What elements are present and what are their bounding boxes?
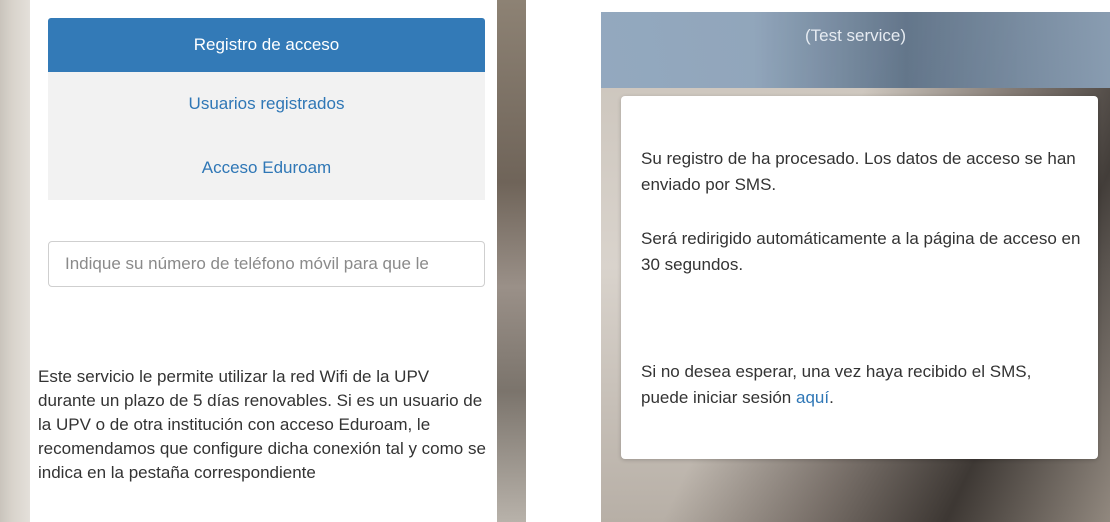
access-tabs: Registro de acceso Usuarios registrados … <box>48 18 485 200</box>
tab-acceso-eduroam[interactable]: Acceso Eduroam <box>48 136 485 200</box>
service-header: (Test service) <box>601 12 1110 88</box>
login-here-link[interactable]: aquí <box>796 388 829 407</box>
service-description: Este servicio le permite utilizar la red… <box>38 367 486 482</box>
background-image-right <box>497 0 526 522</box>
tab-label: Acceso Eduroam <box>201 158 332 177</box>
message-redirect: Será redirigido automáticamente a la pág… <box>641 229 1081 274</box>
tab-label: Usuarios registrados <box>188 94 345 113</box>
confirmation-panel: (Test service) Su registro de ha procesa… <box>601 12 1110 522</box>
message-wait-text: Si no desea esperar, una vez haya recibi… <box>641 362 1032 407</box>
registration-card: Registro de acceso Usuarios registrados … <box>30 0 497 522</box>
background-image-left <box>0 0 30 522</box>
page-title: (Test service) <box>804 26 907 45</box>
confirmation-message-card: Su registro de ha procesado. Los datos d… <box>621 96 1098 459</box>
phone-number-input[interactable] <box>48 241 485 287</box>
tab-usuarios-registrados[interactable]: Usuarios registrados <box>48 72 485 136</box>
message-wait: Si no desea esperar, una vez haya recibi… <box>641 359 1081 411</box>
tab-label: Registro de acceso <box>193 35 340 54</box>
tab-registro-de-acceso[interactable]: Registro de acceso <box>48 18 485 72</box>
registration-panel: Registro de acceso Usuarios registrados … <box>0 0 526 522</box>
message-processed: Su registro de ha procesado. Los datos d… <box>641 149 1076 194</box>
message-wait-end: . <box>829 388 834 407</box>
